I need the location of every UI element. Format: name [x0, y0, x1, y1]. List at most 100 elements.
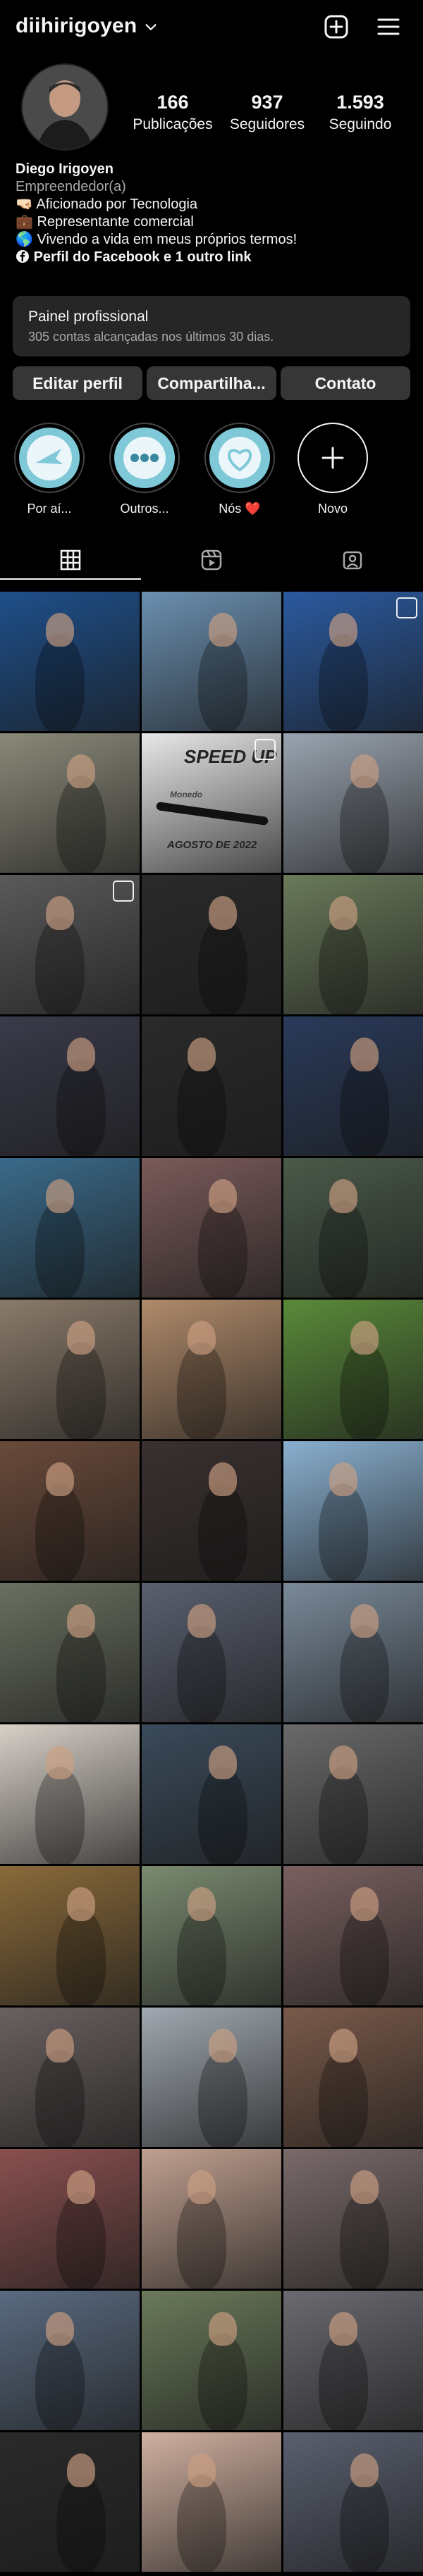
person-silhouette — [35, 2333, 85, 2430]
person-silhouette — [35, 1200, 85, 1298]
face-shape — [46, 2312, 74, 2346]
face-shape — [188, 2170, 216, 2204]
post-thumbnail[interactable] — [0, 1158, 140, 1298]
professional-dashboard[interactable]: Painel profissional 305 contas alcançada… — [13, 296, 410, 356]
post-thumbnail[interactable] — [0, 592, 140, 731]
post-thumbnail[interactable] — [283, 1300, 423, 1439]
post-thumbnail[interactable] — [0, 1583, 140, 1722]
person-silhouette — [319, 634, 368, 731]
face-shape — [350, 2170, 379, 2204]
post-thumbnail[interactable] — [283, 2291, 423, 2430]
post-thumbnail[interactable] — [0, 1866, 140, 2005]
face-shape — [188, 1887, 216, 1921]
profile-header: 166 Publicações 937 Seguidores 1.593 Seg… — [0, 63, 423, 162]
post-thumbnail[interactable] — [283, 592, 423, 731]
reels-icon — [201, 549, 222, 571]
plus-square-icon[interactable] — [322, 13, 350, 41]
person-silhouette — [35, 1483, 85, 1581]
highlight-nos[interactable]: Nós ❤️ — [201, 423, 278, 516]
edit-profile-button[interactable]: Editar perfil — [13, 366, 142, 400]
post-thumbnail[interactable] — [283, 1583, 423, 1722]
tab-reels[interactable] — [141, 539, 282, 581]
plus-icon — [321, 447, 344, 469]
following-stat[interactable]: 1.593 Seguindo — [314, 92, 406, 133]
post-overlay-text: Monedo — [170, 790, 202, 799]
post-thumbnail[interactable] — [142, 2291, 281, 2430]
profile-links[interactable]: Perfil do Facebook e 1 outro link — [16, 249, 410, 266]
post-thumbnail[interactable] — [283, 733, 423, 873]
post-thumbnail[interactable] — [0, 733, 140, 873]
person-silhouette — [198, 634, 247, 731]
post-thumbnail[interactable] — [283, 875, 423, 1014]
post-thumbnail[interactable] — [283, 2008, 423, 2147]
face-shape — [67, 754, 95, 788]
highlight-por-ai[interactable]: Por aí... — [11, 423, 88, 516]
post-thumbnail[interactable] — [0, 2149, 140, 2289]
person-silhouette — [35, 634, 85, 731]
post-thumbnail[interactable] — [283, 1441, 423, 1581]
post-thumbnail[interactable]: SPEED UP Monedo AGOSTO DE 2022 — [142, 733, 281, 873]
post-thumbnail[interactable] — [142, 1158, 281, 1298]
tab-tagged[interactable] — [282, 539, 423, 581]
post-thumbnail[interactable] — [142, 1441, 281, 1581]
highlight-ring — [204, 423, 275, 493]
menu-icon[interactable] — [374, 13, 403, 41]
post-thumbnail[interactable] — [283, 1016, 423, 1156]
followers-count: 937 — [251, 92, 283, 113]
person-silhouette — [198, 2050, 247, 2147]
post-thumbnail[interactable] — [283, 1158, 423, 1298]
post-thumbnail[interactable] — [283, 1724, 423, 1864]
profile-name: Diego Irigoyen — [16, 161, 114, 177]
post-thumbnail[interactable] — [0, 1724, 140, 1864]
person-silhouette — [319, 1483, 368, 1581]
post-thumbnail[interactable] — [0, 1300, 140, 1439]
post-thumbnail[interactable] — [283, 2149, 423, 2289]
post-thumbnail[interactable] — [0, 2291, 140, 2430]
post-thumbnail[interactable] — [142, 1300, 281, 1439]
person-silhouette — [56, 1908, 106, 2005]
tab-grid[interactable] — [0, 539, 141, 581]
face-shape — [350, 1604, 379, 1638]
profile-links-text: Perfil do Facebook e 1 outro link — [33, 249, 252, 265]
post-thumbnail[interactable] — [142, 1016, 281, 1156]
posts-stat[interactable]: 166 Publicações — [127, 92, 219, 133]
post-thumbnail[interactable] — [142, 1724, 281, 1864]
person-silhouette — [56, 1059, 106, 1156]
highlight-outros[interactable]: Outros... — [106, 423, 183, 516]
person-silhouette — [198, 2333, 247, 2430]
chevron-down-icon[interactable] — [143, 20, 159, 35]
pen-shape — [155, 801, 269, 826]
post-thumbnail[interactable] — [0, 875, 140, 1014]
face-shape — [209, 1462, 237, 1496]
post-thumbnail[interactable] — [142, 592, 281, 731]
person-silhouette — [198, 917, 247, 1014]
share-profile-button[interactable]: Compartilha... — [147, 366, 276, 400]
post-thumbnail[interactable] — [142, 2149, 281, 2289]
dashboard-title: Painel profissional — [28, 309, 149, 325]
facebook-icon — [16, 250, 29, 263]
post-thumbnail[interactable] — [0, 1441, 140, 1581]
post-thumbnail[interactable] — [283, 2432, 423, 2572]
contact-button[interactable]: Contato — [281, 366, 410, 400]
face-shape — [67, 1887, 95, 1921]
post-thumbnail[interactable] — [142, 2008, 281, 2147]
post-thumbnail[interactable] — [283, 1866, 423, 2005]
post-thumbnail[interactable] — [142, 1583, 281, 1722]
face-shape — [188, 1321, 216, 1355]
post-thumbnail[interactable] — [142, 2432, 281, 2572]
post-thumbnail[interactable] — [142, 1866, 281, 2005]
highlight-new[interactable]: Novo — [294, 423, 372, 516]
post-thumbnail[interactable] — [142, 875, 281, 1014]
post-thumbnail[interactable] — [0, 1016, 140, 1156]
person-silhouette — [198, 1200, 247, 1298]
avatar[interactable] — [21, 63, 109, 151]
bio-line: 💼 Representante comercial — [16, 214, 194, 230]
highlight-label: Por aí... — [27, 502, 72, 516]
face-shape — [329, 1746, 357, 1779]
face-shape — [46, 1179, 74, 1213]
post-thumbnail[interactable] — [0, 2008, 140, 2147]
username-title[interactable]: diihirigoyen — [16, 14, 137, 38]
post-thumbnail[interactable] — [0, 2432, 140, 2572]
followers-stat[interactable]: 937 Seguidores — [221, 92, 313, 133]
highlight-label: Novo — [317, 502, 348, 516]
